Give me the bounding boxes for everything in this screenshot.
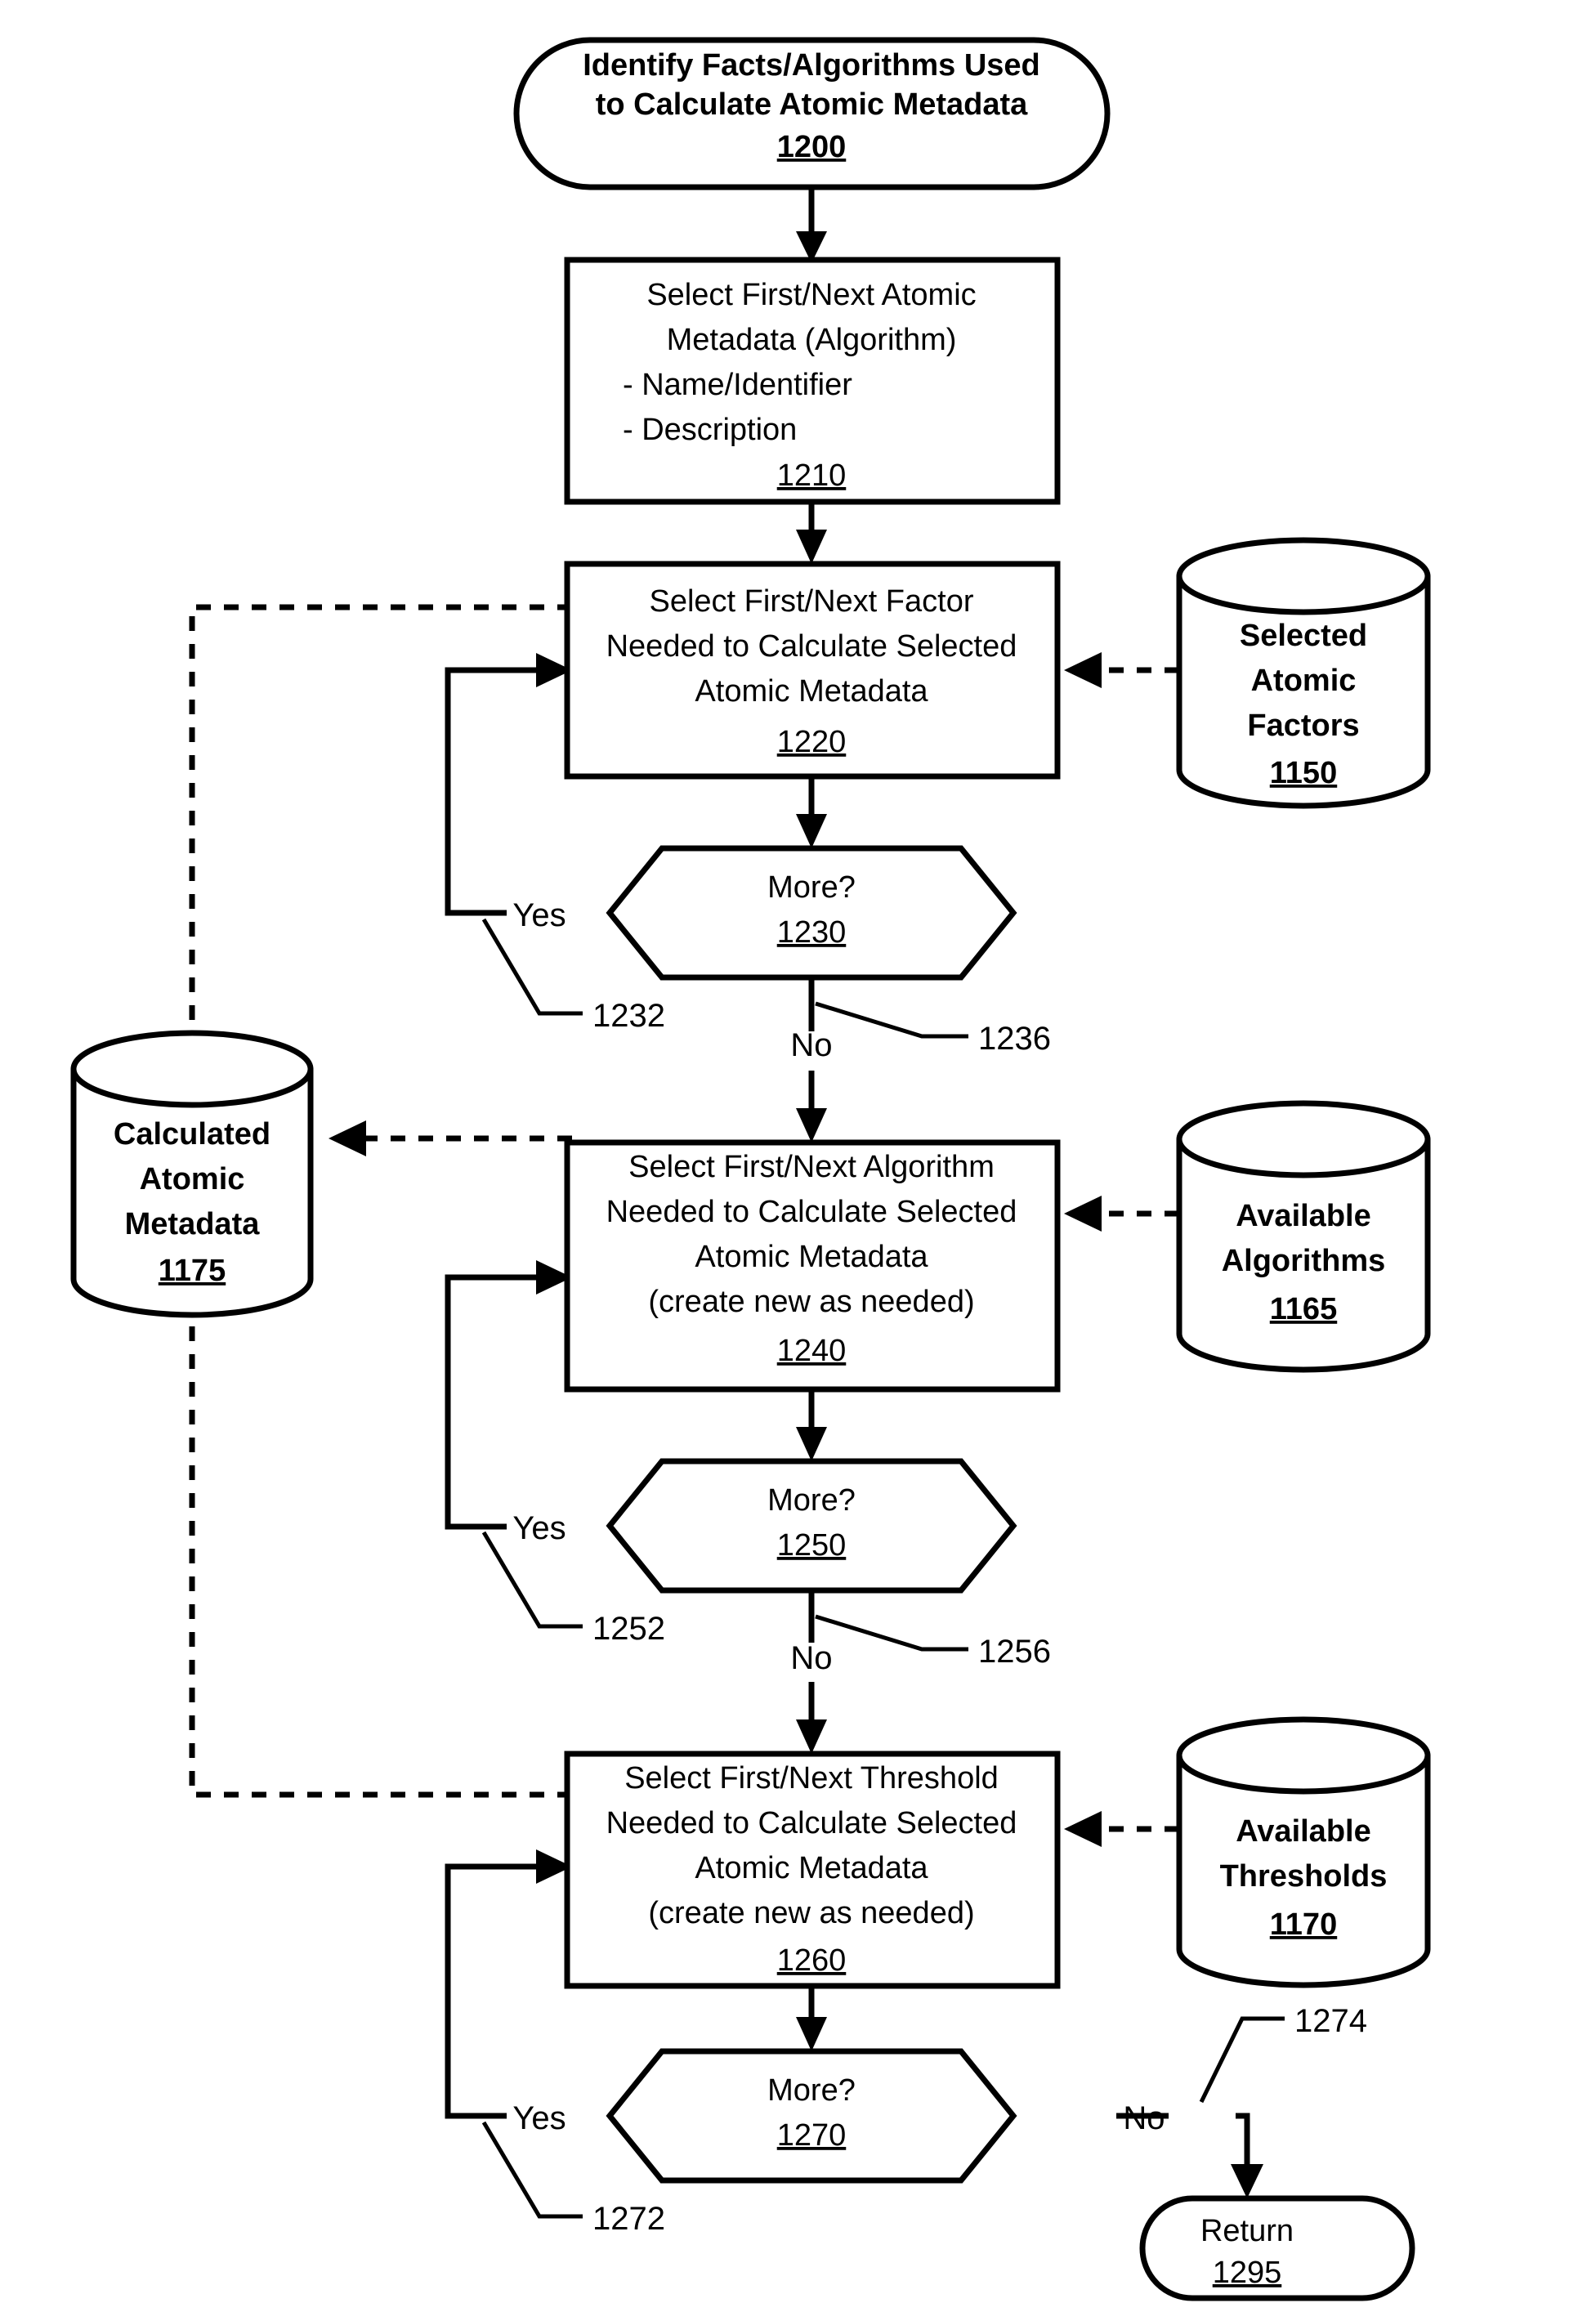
process-1210-line1: Select First/Next Atomic xyxy=(646,278,976,312)
datastore-1175-ref: 1175 xyxy=(159,1254,226,1288)
flowchart-figure: Identify Facts/Algorithms Used to Calcul… xyxy=(0,0,1596,2303)
connector-1240-to-1250 xyxy=(796,1389,827,1461)
node-end-1295: Return 1295 xyxy=(1139,2195,1415,2301)
connector-1250-yes-loop-to-1240 xyxy=(445,1260,572,1530)
process-1260-line1: Select First/Next Threshold xyxy=(624,1761,999,1795)
decision-1230-yes-ref: 1232 xyxy=(592,998,665,1034)
connector-1200-to-1210 xyxy=(796,186,827,263)
decision-1230-yes-label: Yes xyxy=(512,897,566,933)
decision-1250-yes-ref: 1252 xyxy=(592,1611,665,1647)
node-process-1210: Select First/Next Atomic Metadata (Algor… xyxy=(564,257,1061,505)
decision-1270-no-ref: 1274 xyxy=(1294,2003,1367,2039)
datastore-1150-line2: Atomic xyxy=(1251,664,1357,698)
process-1220-line2: Needed to Calculate Selected xyxy=(606,629,1017,664)
datastore-calculated-atomic-metadata-1175: Calculated Atomic Metadata 1175 xyxy=(70,1030,314,1318)
datastore-1150-line3: Factors xyxy=(1247,709,1359,743)
decision-1250-line1: More? xyxy=(767,1483,856,1518)
datastore-selected-atomic-factors-1150: Selected Atomic Factors 1150 xyxy=(1176,537,1431,809)
decision-1270-yes-ref: 1272 xyxy=(592,2201,665,2237)
node-process-1220: Select First/Next Factor Needed to Calcu… xyxy=(564,561,1061,780)
process-1240-line2: Needed to Calculate Selected xyxy=(606,1195,1017,1229)
process-1240-line4: (create new as needed) xyxy=(648,1285,974,1319)
datastore-1175-line2: Atomic xyxy=(140,1162,245,1196)
start-1200-line1: Identify Facts/Algorithms Used xyxy=(583,48,1040,83)
decision-1250-ref: 1250 xyxy=(777,1528,847,1563)
decision-1230-no-ref: 1236 xyxy=(978,1021,1051,1057)
decision-1230-ref: 1230 xyxy=(777,915,847,950)
node-process-1240: Select First/Next Algorithm Needed to Ca… xyxy=(564,1139,1061,1393)
connector-1270-yes-loop-to-1260 xyxy=(445,1849,572,2119)
process-1240-ref: 1240 xyxy=(777,1334,847,1368)
process-1220-line3: Atomic Metadata xyxy=(695,674,928,709)
start-1200-ref: 1200 xyxy=(777,130,847,164)
connector-1260-to-1270 xyxy=(796,1986,827,2051)
process-1260-ref: 1260 xyxy=(777,1943,847,1978)
connector-1220-to-1230 xyxy=(796,776,827,848)
start-1200-line2: to Calculate Atomic Metadata xyxy=(596,87,1028,122)
datastore-1170-line2: Thresholds xyxy=(1220,1859,1388,1894)
leader-1274: 1274 xyxy=(1199,2003,1367,2104)
leader-1236: 1236 xyxy=(815,1001,1051,1057)
decision-1270-yes-label: Yes xyxy=(512,2100,566,2136)
datastore-1150-line1: Selected xyxy=(1240,619,1367,653)
flowchart-canvas: Identify Facts/Algorithms Used to Calcul… xyxy=(70,37,1431,2301)
process-1220-line1: Select First/Next Factor xyxy=(650,584,974,619)
process-1260-line4: (create new as needed) xyxy=(648,1896,974,1930)
node-start-1200: Identify Facts/Algorithms Used to Calcul… xyxy=(513,37,1111,190)
decision-1230-no-label: No xyxy=(790,1027,832,1063)
process-1210-line2: Metadata (Algorithm) xyxy=(667,323,957,357)
end-1295-ref: 1295 xyxy=(1213,2256,1282,2290)
connector-1220-to-1175 xyxy=(174,604,572,1069)
decision-1250-no-ref: 1256 xyxy=(978,1634,1051,1670)
connector-1230-yes-loop-to-1220 xyxy=(445,653,572,916)
node-decision-1270: More? 1270 xyxy=(606,2048,1017,2184)
connector-1150-to-1220 xyxy=(1064,652,1179,688)
end-1295-line1: Return xyxy=(1200,2214,1294,2248)
datastore-1170-ref: 1170 xyxy=(1270,1907,1337,1942)
decision-1270-line1: More? xyxy=(767,2073,856,2108)
connector-1210-to-1220 xyxy=(796,502,827,564)
datastore-available-thresholds-1170: Available Thresholds 1170 xyxy=(1176,1716,1431,1988)
datastore-1165-line2: Algorithms xyxy=(1222,1244,1386,1278)
node-decision-1230: More? 1230 xyxy=(606,845,1017,981)
decision-1250-no-label: No xyxy=(790,1640,832,1676)
datastore-available-algorithms-1165: Available Algorithms 1165 xyxy=(1176,1100,1431,1373)
datastore-1170-line1: Available xyxy=(1236,1814,1370,1849)
datastore-1175-line1: Calculated xyxy=(114,1117,270,1152)
connector-1170-to-1260 xyxy=(1064,1811,1179,1847)
decision-1270-no-label: No xyxy=(1123,2100,1165,2136)
node-process-1260: Select First/Next Threshold Needed to Ca… xyxy=(564,1751,1061,1989)
decision-1270-ref: 1270 xyxy=(777,2118,847,2153)
process-1240-line1: Select First/Next Algorithm xyxy=(628,1150,995,1184)
connector-1240-to-1175 xyxy=(329,1120,572,1156)
datastore-1165-ref: 1165 xyxy=(1270,1292,1337,1326)
process-1240-line3: Atomic Metadata xyxy=(695,1240,928,1274)
process-1220-ref: 1220 xyxy=(777,725,847,759)
connector-1165-to-1240 xyxy=(1064,1196,1179,1232)
node-decision-1250: More? 1250 xyxy=(606,1458,1017,1594)
process-1210-line3: - Name/Identifier xyxy=(623,368,852,402)
process-1210-line4: - Description xyxy=(623,413,797,447)
datastore-1165-line1: Available xyxy=(1236,1199,1370,1233)
leader-1256: 1256 xyxy=(815,1614,1051,1670)
datastore-1150-ref: 1150 xyxy=(1270,756,1337,790)
decision-1230-line1: More? xyxy=(767,870,856,905)
process-1260-line2: Needed to Calculate Selected xyxy=(606,1806,1017,1840)
process-1260-line3: Atomic Metadata xyxy=(695,1851,928,1885)
decision-1250-yes-label: Yes xyxy=(512,1510,566,1546)
datastore-1175-line3: Metadata xyxy=(125,1207,261,1241)
process-1210-ref: 1210 xyxy=(777,458,847,493)
